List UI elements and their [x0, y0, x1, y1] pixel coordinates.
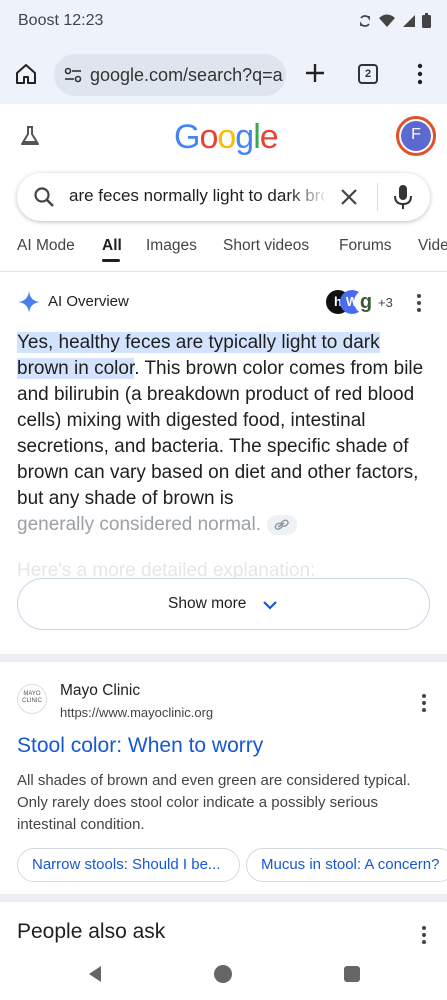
- mic-icon[interactable]: [393, 184, 413, 210]
- back-icon[interactable]: [86, 965, 104, 983]
- show-more-button[interactable]: Show more: [17, 578, 430, 630]
- search-result: MAYO CLINIC Mayo Clinic https://www.mayo…: [0, 672, 447, 892]
- tab-all[interactable]: All: [102, 237, 122, 255]
- tab-forums[interactable]: Forums: [339, 237, 392, 255]
- system-nav-bar: [0, 955, 447, 1000]
- section-divider: [0, 894, 447, 902]
- show-more-label: Show more: [168, 595, 247, 612]
- address-bar[interactable]: google.com/search?q=a: [54, 54, 286, 96]
- site-favicon: MAYO CLINIC: [17, 684, 47, 714]
- battery-icon: [422, 13, 431, 28]
- sync-icon: [360, 14, 370, 27]
- logo-letter: o: [217, 118, 236, 156]
- section-divider: [0, 654, 447, 662]
- sparkle-icon: [18, 291, 40, 313]
- url-text: google.com/search?q=a: [90, 64, 283, 85]
- search-text-fade: [289, 183, 329, 211]
- logo-letter: o: [199, 118, 218, 156]
- status-bar: Boost 12:23: [0, 0, 447, 44]
- result-snippet: All shades of brown and even green are c…: [17, 772, 411, 833]
- chevron-down-icon: [263, 601, 277, 610]
- more-vert-icon[interactable]: [419, 692, 429, 714]
- link-icon[interactable]: [266, 514, 297, 535]
- home-nav-icon[interactable]: [214, 965, 232, 983]
- active-tab-indicator: [102, 259, 120, 262]
- site-name[interactable]: Mayo Clinic: [60, 682, 140, 700]
- browser-toolbar: google.com/search?q=a 2: [0, 44, 447, 104]
- faded-end: generally considered normal.: [17, 514, 261, 535]
- more-vert-icon[interactable]: [419, 924, 429, 946]
- sitelink-chip[interactable]: Narrow stools: Should I be...: [17, 848, 240, 882]
- ai-overview-label: AI Overview: [48, 293, 129, 310]
- result-title-link[interactable]: Stool color: When to worry: [17, 734, 263, 758]
- source-icons[interactable]: h W g: [326, 290, 378, 316]
- tab-short-videos[interactable]: Short videos: [223, 237, 309, 255]
- carrier: Boost: [18, 12, 59, 29]
- google-header: Google F: [0, 104, 447, 168]
- clock: 12:23: [63, 12, 104, 29]
- tab-images[interactable]: Images: [146, 237, 197, 255]
- site-settings-icon[interactable]: [64, 67, 82, 83]
- logo-letter: e: [259, 118, 279, 156]
- search-divider: [377, 183, 378, 211]
- sitelink-chip[interactable]: Mucus in stool: A concern?: [246, 848, 447, 882]
- new-tab-icon[interactable]: [302, 60, 328, 86]
- search-icon: [34, 187, 54, 207]
- source-icon: g: [354, 290, 378, 314]
- labs-flask-icon[interactable]: [18, 124, 42, 148]
- wifi-icon: [379, 14, 395, 27]
- tab-switcher-button[interactable]: 2: [358, 64, 378, 84]
- sitelink-chips: Narrow stools: Should I be... Mucus in s…: [17, 848, 447, 884]
- ai-overview-text: Yes, healthy feces are typically light t…: [17, 330, 429, 512]
- avatar-letter: F: [401, 121, 431, 151]
- search-tabs: AI Mode All Images Short videos Forums V…: [0, 230, 447, 272]
- tab-ai-mode[interactable]: AI Mode: [17, 237, 75, 255]
- ai-overview-header: AI Overview h W g +3: [0, 282, 447, 322]
- logo-letter: G: [174, 118, 200, 156]
- status-left: Boost 12:23: [18, 12, 103, 30]
- close-icon[interactable]: [339, 187, 359, 207]
- google-logo[interactable]: Google: [174, 118, 279, 157]
- tab-videos[interactable]: Vide: [418, 237, 447, 255]
- ghost-line: Here's a more detailed explanation:: [17, 560, 316, 580]
- signal-icon: [403, 14, 415, 27]
- more-vert-icon[interactable]: [412, 62, 428, 86]
- answer-body: . This brown color comes from bile and b…: [17, 358, 424, 509]
- status-icons: [358, 13, 431, 28]
- recents-icon[interactable]: [344, 966, 360, 982]
- search-input[interactable]: are feces normally light to dark brown i…: [69, 186, 324, 206]
- logo-letter: g: [235, 118, 254, 156]
- people-also-ask-title: People also ask: [17, 920, 166, 943]
- site-url[interactable]: https://www.mayoclinic.org: [60, 705, 213, 720]
- account-avatar[interactable]: F: [396, 116, 436, 156]
- search-box[interactable]: are feces normally light to dark brown i…: [17, 173, 430, 221]
- more-vert-icon[interactable]: [414, 292, 424, 314]
- faded-text: generally considered normal.: [17, 514, 317, 540]
- home-icon[interactable]: [14, 62, 38, 86]
- source-count[interactable]: +3: [378, 295, 393, 310]
